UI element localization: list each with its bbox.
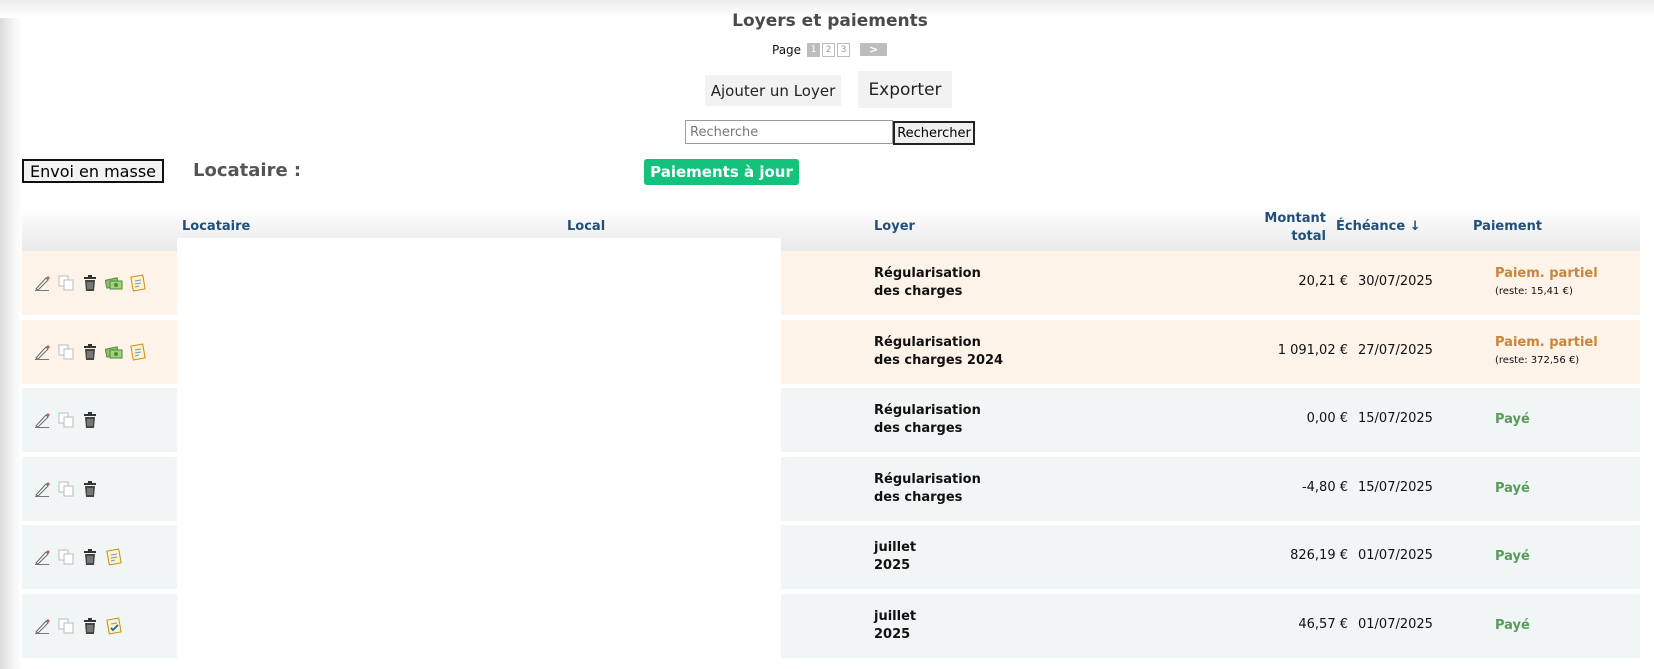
payments-status-badge: Paiements à jour xyxy=(644,159,799,185)
cell-paiement: Payé xyxy=(1495,548,1530,566)
payment-status: Payé xyxy=(1495,549,1530,564)
payment-remainder: (reste: 372,56 €) xyxy=(1495,354,1580,366)
payment-status: Payé xyxy=(1495,412,1530,427)
cell-loyer: Régularisation des charges xyxy=(874,402,981,438)
page-link-3[interactable]: 3 xyxy=(837,42,851,57)
cell-loyer-line1: juillet xyxy=(874,608,917,624)
cell-loyer: Régularisation des charges xyxy=(874,265,981,301)
redacted-tenant-and-local-area xyxy=(177,238,781,669)
edit-icon[interactable] xyxy=(33,274,51,292)
left-edge-shade xyxy=(0,0,22,669)
cell-loyer-line1: Régularisation xyxy=(874,403,981,418)
payment-remainder: (reste: 15,41 €) xyxy=(1495,286,1573,297)
cell-montant: 0,00 € xyxy=(1306,411,1348,426)
copy-icon[interactable] xyxy=(57,548,75,566)
copy-icon[interactable] xyxy=(57,480,75,498)
cell-paiement: Payé xyxy=(1495,617,1530,635)
edit-icon[interactable] xyxy=(33,548,51,566)
cell-loyer: juillet 2025 xyxy=(874,539,916,575)
trash-icon[interactable] xyxy=(81,343,99,361)
cell-paiement: Payé xyxy=(1495,480,1530,498)
trash-icon[interactable] xyxy=(81,617,99,635)
receipt-icon[interactable] xyxy=(105,548,123,566)
copy-icon[interactable] xyxy=(57,411,75,429)
cell-echeance: 15/07/2025 xyxy=(1358,411,1433,426)
cell-loyer-line2: des charges xyxy=(874,284,963,299)
cell-loyer-line1: juillet xyxy=(874,540,917,555)
cell-echeance: 27/07/2025 xyxy=(1358,342,1433,358)
cell-loyer-line1: Régularisation xyxy=(874,334,981,350)
tenant-filter-label: Locataire : xyxy=(193,160,302,181)
cell-montant: 46,57 € xyxy=(1298,616,1348,632)
cell-echeance: 01/07/2025 xyxy=(1358,616,1433,632)
cell-loyer-line2: des charges xyxy=(874,421,963,436)
edit-icon[interactable] xyxy=(33,617,51,635)
copy-icon[interactable] xyxy=(57,343,75,361)
cell-loyer-line2: 2025 xyxy=(874,558,911,573)
payment-icon[interactable] xyxy=(105,274,123,292)
copy-icon[interactable] xyxy=(57,617,75,635)
cell-montant: 826,19 € xyxy=(1290,548,1348,563)
row-action-icons xyxy=(33,479,105,499)
column-header-montant-line2: total xyxy=(1291,229,1326,244)
receipt-icon[interactable] xyxy=(129,342,147,361)
cell-loyer: juillet 2025 xyxy=(874,608,916,644)
cell-paiement: Paiem. partiel (reste: 372,56 €) xyxy=(1495,334,1598,370)
cell-paiement: Payé xyxy=(1495,411,1530,429)
copy-icon[interactable] xyxy=(57,274,75,292)
cell-loyer: Régularisation des charges 2024 xyxy=(874,334,1003,370)
column-header-montant[interactable]: Montant total xyxy=(1246,210,1326,246)
page-link-1[interactable]: 1 xyxy=(807,42,821,57)
receipt-icon[interactable] xyxy=(129,274,147,292)
row-action-icons xyxy=(33,616,129,636)
trash-icon[interactable] xyxy=(81,411,99,429)
cell-montant: 1 091,02 € xyxy=(1277,342,1348,358)
add-rent-button[interactable]: Ajouter un Loyer xyxy=(705,75,841,106)
row-action-icons xyxy=(33,342,153,362)
cell-echeance: 01/07/2025 xyxy=(1358,548,1433,563)
payment-status: Payé xyxy=(1495,480,1530,496)
cell-loyer-line2: des charges xyxy=(874,489,963,505)
receipt-checked-icon[interactable] xyxy=(105,616,123,635)
cell-loyer: Régularisation des charges xyxy=(874,471,981,507)
column-header-local[interactable]: Local xyxy=(567,219,605,234)
cell-loyer-line2: des charges 2024 xyxy=(874,352,1004,368)
payment-icon[interactable] xyxy=(105,343,123,361)
row-action-icons xyxy=(33,273,153,293)
pagination-label: Page xyxy=(772,42,802,57)
column-header-loyer[interactable]: Loyer xyxy=(874,219,915,234)
edit-icon[interactable] xyxy=(33,343,51,361)
cell-loyer-line2: 2025 xyxy=(874,626,911,642)
next-page-button[interactable]: > xyxy=(860,43,888,56)
payment-status: Paiem. partiel xyxy=(1495,334,1598,350)
payment-status: Paiem. partiel xyxy=(1495,266,1598,281)
search-button[interactable]: Rechercher xyxy=(893,121,975,145)
cell-loyer-line1: Régularisation xyxy=(874,266,981,281)
edit-icon[interactable] xyxy=(33,480,51,498)
payment-status: Payé xyxy=(1495,617,1530,633)
bulk-send-button[interactable]: Envoi en masse xyxy=(22,159,164,183)
cell-paiement: Paiem. partiel (reste: 15,41 €) xyxy=(1495,265,1598,301)
pagination: Page 1 2 3 > xyxy=(772,42,888,57)
trash-icon[interactable] xyxy=(81,480,99,498)
edit-icon[interactable] xyxy=(33,411,51,429)
page-link-2[interactable]: 2 xyxy=(822,42,836,57)
trash-icon[interactable] xyxy=(81,548,99,566)
column-header-paiement[interactable]: Paiement xyxy=(1473,219,1542,234)
search-input[interactable] xyxy=(685,120,893,144)
export-button[interactable]: Exporter xyxy=(858,71,952,108)
row-action-icons xyxy=(33,547,129,567)
cell-echeance: 30/07/2025 xyxy=(1358,274,1433,289)
page-title: Loyers et paiements xyxy=(732,11,928,31)
cell-loyer-line1: Régularisation xyxy=(874,471,981,487)
row-action-icons xyxy=(33,410,105,430)
trash-icon[interactable] xyxy=(81,274,99,292)
cell-echeance: 15/07/2025 xyxy=(1358,479,1433,495)
cell-montant: 20,21 € xyxy=(1298,274,1348,289)
column-header-montant-line1: Montant xyxy=(1264,211,1326,226)
column-header-locataire[interactable]: Locataire xyxy=(182,219,250,234)
cell-montant: -4,80 € xyxy=(1301,479,1348,495)
column-header-echeance[interactable]: Échéance ↓ xyxy=(1336,219,1421,234)
